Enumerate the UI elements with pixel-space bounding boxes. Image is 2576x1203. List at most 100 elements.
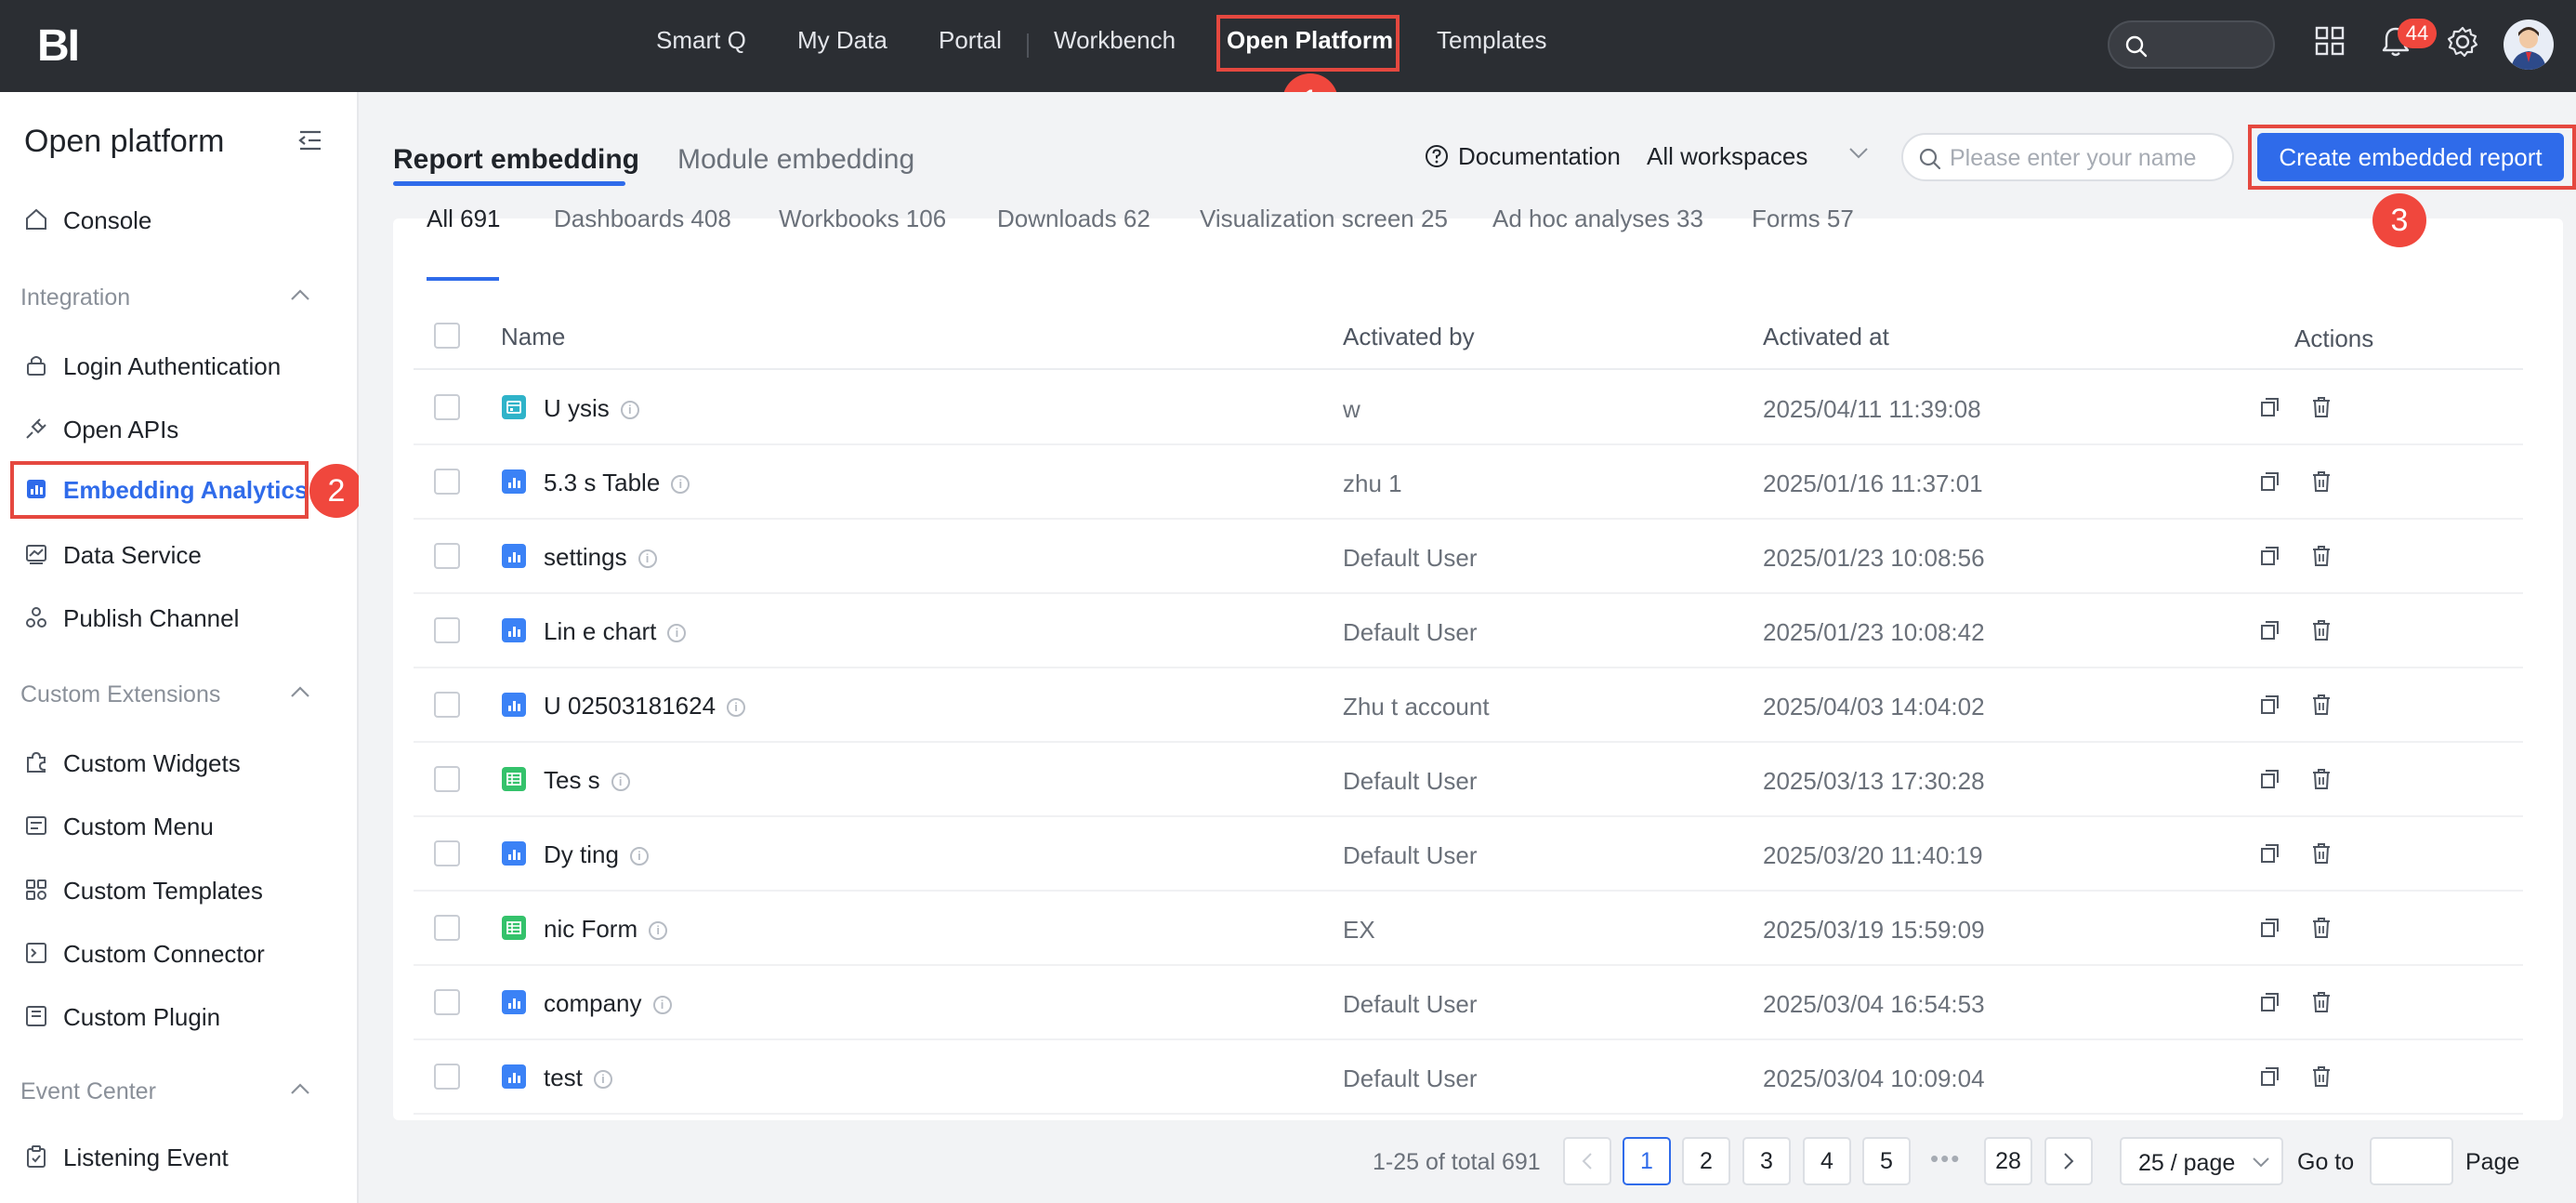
nav-templates[interactable]: Templates xyxy=(1437,26,1547,55)
step-marker-3: 3 xyxy=(2372,193,2426,247)
sidebar-group-integration[interactable]: Integration xyxy=(20,284,309,311)
table-row[interactable]: 5.3 s Table i zhu 1 2025/01/16 11:37:01 xyxy=(414,445,2523,520)
page-button-28[interactable]: 28 xyxy=(1984,1137,2032,1185)
info-icon[interactable]: i xyxy=(649,921,668,940)
report-name[interactable]: nic Form i xyxy=(544,915,668,944)
row-checkbox[interactable] xyxy=(434,1064,460,1090)
info-icon[interactable]: i xyxy=(667,624,687,642)
row-checkbox[interactable] xyxy=(434,617,460,643)
row-checkbox[interactable] xyxy=(434,840,460,866)
report-name[interactable]: 5.3 s Table i xyxy=(544,469,690,497)
nav-portal[interactable]: Portal xyxy=(939,26,1002,55)
trash-icon[interactable] xyxy=(2309,841,2333,866)
trash-icon[interactable] xyxy=(2309,693,2333,717)
subtab-ad-hoc-analyses[interactable]: Ad hoc analyses 33 xyxy=(1492,205,1703,233)
table-row[interactable]: test i Default User 2025/03/04 10:09:04 xyxy=(414,1040,2523,1115)
trash-icon[interactable] xyxy=(2309,544,2333,568)
row-checkbox[interactable] xyxy=(434,766,460,792)
pagination-ellipsis[interactable]: ••• xyxy=(1930,1144,1961,1173)
report-name[interactable]: settings i xyxy=(544,543,657,572)
next-page-button[interactable] xyxy=(2044,1137,2093,1185)
goto-page-input[interactable] xyxy=(2370,1137,2453,1185)
copy-link-icon[interactable] xyxy=(2258,767,2282,791)
trash-icon[interactable] xyxy=(2309,395,2333,419)
row-checkbox[interactable] xyxy=(434,543,460,569)
page-button-5[interactable]: 5 xyxy=(1862,1137,1911,1185)
copy-link-icon[interactable] xyxy=(2258,544,2282,568)
nav-smart-q[interactable]: Smart Q xyxy=(656,26,746,55)
nav-my-data[interactable]: My Data xyxy=(797,26,887,55)
report-name[interactable]: Dy ting i xyxy=(544,840,649,869)
trash-icon[interactable] xyxy=(2309,767,2333,791)
table-row[interactable]: U ysis i w 2025/04/11 11:39:08 xyxy=(414,371,2523,445)
chevron-down-icon[interactable] xyxy=(1848,146,1869,159)
trash-icon[interactable] xyxy=(2309,916,2333,940)
table-row[interactable]: Tes s i Default User 2025/03/13 17:30:28 xyxy=(414,743,2523,817)
info-icon[interactable]: i xyxy=(671,475,690,494)
report-name[interactable]: company i xyxy=(544,989,672,1018)
table-row[interactable]: U 02503181624 i Zhu t account 2025/04/03 14… xyxy=(414,668,2523,743)
subtab-downloads[interactable]: Downloads 62 xyxy=(997,205,1150,233)
copy-link-icon[interactable] xyxy=(2258,618,2282,642)
table-row[interactable]: Lin e chart i Default User 2025/01/23 10:0… xyxy=(414,594,2523,668)
copy-link-icon[interactable] xyxy=(2258,395,2282,419)
trash-icon[interactable] xyxy=(2309,990,2333,1014)
subtab-all[interactable]: All 691 xyxy=(427,205,501,233)
report-name[interactable]: U ysis i xyxy=(544,394,639,423)
info-icon[interactable]: i xyxy=(652,996,672,1014)
user-avatar[interactable] xyxy=(2504,20,2554,70)
subtab-forms[interactable]: Forms 57 xyxy=(1752,205,1854,233)
trash-icon[interactable] xyxy=(2309,469,2333,494)
page-button-2[interactable]: 2 xyxy=(1682,1137,1730,1185)
copy-link-icon[interactable] xyxy=(2258,916,2282,940)
page-button-4[interactable]: 4 xyxy=(1803,1137,1851,1185)
table-row[interactable]: Dy ting i Default User 2025/03/20 11:40:19 xyxy=(414,817,2523,892)
report-name[interactable]: Lin e chart i xyxy=(544,617,687,646)
select-all-checkbox[interactable] xyxy=(434,323,460,349)
table-row[interactable]: company i Default User 2025/03/04 16:54:53 xyxy=(414,966,2523,1040)
info-icon[interactable]: i xyxy=(629,847,649,866)
subtab-dashboards[interactable]: Dashboards 408 xyxy=(554,205,731,233)
search-input[interactable] xyxy=(1950,144,2219,172)
page-button-3[interactable]: 3 xyxy=(1742,1137,1791,1185)
sidebar-group-event-center[interactable]: Event Center xyxy=(20,1078,309,1105)
tab-report-embedding[interactable]: Report embedding xyxy=(393,144,639,176)
trash-icon[interactable] xyxy=(2309,1064,2333,1089)
tab-module-embedding[interactable]: Module embedding xyxy=(677,144,914,176)
subtab-workbooks[interactable]: Workbooks 106 xyxy=(779,205,946,233)
info-icon[interactable]: i xyxy=(620,401,639,419)
info-icon[interactable]: i xyxy=(637,549,657,568)
nav-workbench[interactable]: Workbench xyxy=(1054,26,1176,55)
row-checkbox[interactable] xyxy=(434,394,460,420)
report-name[interactable]: test i xyxy=(544,1064,612,1092)
table-row[interactable]: settings i Default User 2025/01/23 10:08:5… xyxy=(414,520,2523,594)
row-checkbox[interactable] xyxy=(434,989,460,1015)
row-checkbox[interactable] xyxy=(434,469,460,495)
copy-link-icon[interactable] xyxy=(2258,693,2282,717)
row-checkbox[interactable] xyxy=(434,692,460,718)
table-row[interactable]: nic Form i EX 2025/03/19 15:59:09 xyxy=(414,892,2523,966)
subtab-visualization-screen[interactable]: Visualization screen 25 xyxy=(1200,205,1448,233)
page-button-1[interactable]: 1 xyxy=(1623,1137,1671,1185)
collapse-menu-icon[interactable] xyxy=(297,127,323,153)
global-search-box[interactable] xyxy=(2108,20,2275,69)
copy-link-icon[interactable] xyxy=(2258,990,2282,1014)
copy-link-icon[interactable] xyxy=(2258,841,2282,866)
bi-logo[interactable]: BI xyxy=(37,20,80,72)
info-icon[interactable]: i xyxy=(593,1070,612,1089)
name-search-box[interactable] xyxy=(1901,133,2234,181)
gear-icon[interactable] xyxy=(2446,25,2479,59)
workspace-select[interactable]: All workspaces xyxy=(1647,142,1807,171)
row-checkbox[interactable] xyxy=(434,915,460,941)
sidebar-group-custom-extensions[interactable]: Custom Extensions xyxy=(20,681,309,708)
report-name[interactable]: Tes s i xyxy=(544,766,630,795)
copy-link-icon[interactable] xyxy=(2258,1064,2282,1089)
page-size-select[interactable]: 25 / page xyxy=(2120,1137,2283,1185)
copy-link-icon[interactable] xyxy=(2258,469,2282,494)
apps-grid-icon[interactable] xyxy=(2314,25,2346,57)
report-name[interactable]: U 02503181624 i xyxy=(544,692,746,720)
prev-page-button[interactable] xyxy=(1563,1137,1611,1185)
info-icon[interactable]: i xyxy=(611,773,630,791)
info-icon[interactable]: i xyxy=(727,698,746,717)
trash-icon[interactable] xyxy=(2309,618,2333,642)
